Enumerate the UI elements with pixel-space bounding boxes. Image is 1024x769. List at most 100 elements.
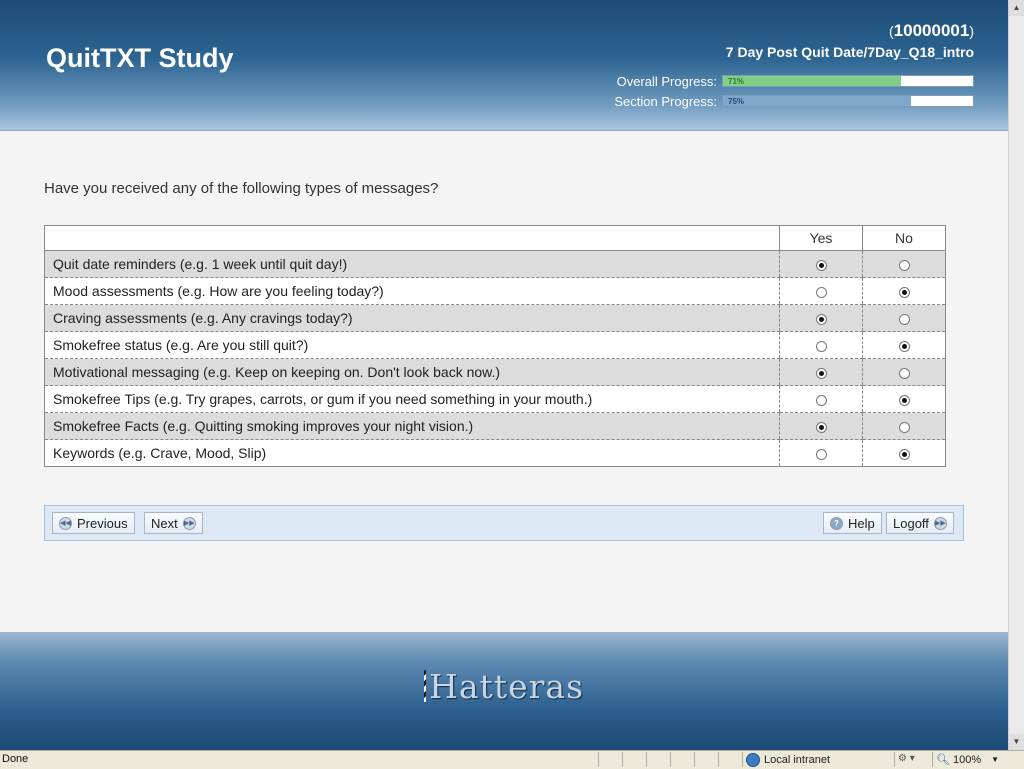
scroll-down-icon[interactable]: ▼ [1009, 734, 1024, 750]
status-divider [694, 752, 695, 767]
radio-yes[interactable] [815, 367, 827, 379]
option-cell-no [862, 250, 946, 278]
table-row: Motivational messaging (e.g. Keep on kee… [44, 358, 946, 386]
option-cell-yes [779, 304, 863, 332]
radio-yes[interactable] [815, 286, 827, 298]
radio-no[interactable] [898, 367, 910, 379]
overall-progress-label: Overall Progress: [616, 73, 717, 89]
option-cell-yes [779, 277, 863, 305]
option-cell-no [862, 385, 946, 413]
option-cell-yes [779, 331, 863, 359]
browser-status-bar: Done Local intranet ⚙ ▾ 🔍︎ 100% ▼ [0, 750, 1024, 769]
row-label: Mood assessments (e.g. How are you feeli… [44, 277, 780, 305]
table-row: Craving assessments (e.g. Any cravings t… [44, 304, 946, 332]
option-cell-yes [779, 358, 863, 386]
radio-yes[interactable] [815, 421, 827, 433]
option-cell-no [862, 358, 946, 386]
column-header-no: No [862, 225, 946, 251]
globe-icon [746, 753, 760, 767]
row-label: Keywords (e.g. Crave, Mood, Slip) [44, 439, 780, 467]
table-row: Mood assessments (e.g. How are you feeli… [44, 277, 946, 305]
overall-progress-percent: 71% [728, 77, 745, 86]
help-icon: ? [830, 516, 843, 530]
previous-button[interactable]: ◀◀ Previous [52, 512, 135, 534]
status-divider [742, 752, 743, 767]
previous-label: Previous [77, 515, 128, 531]
logoff-label: Logoff [893, 515, 929, 531]
row-label: Smokefree Tips (e.g. Try grapes, carrots… [44, 385, 780, 413]
status-divider [718, 752, 719, 767]
radio-yes[interactable] [815, 313, 827, 325]
logoff-button[interactable]: Logoff ▶▶ [886, 512, 954, 534]
section-progress-percent: 75% [728, 97, 745, 106]
radio-yes[interactable] [815, 259, 827, 271]
radio-no[interactable] [898, 286, 910, 298]
table-row: Smokefree Facts (e.g. Quitting smoking i… [44, 412, 946, 440]
radio-no[interactable] [898, 259, 910, 271]
radio-yes[interactable] [815, 394, 827, 406]
status-divider [622, 752, 623, 767]
status-text: Done [2, 753, 29, 765]
zone-label: Local intranet [764, 754, 831, 766]
logo-text: Hatteras [429, 666, 584, 706]
overall-progress-bar: 71% [722, 75, 974, 87]
matrix-header-blank [44, 225, 780, 251]
status-divider [646, 752, 647, 767]
option-cell-yes [779, 385, 863, 413]
lighthouse-icon [424, 670, 427, 702]
next-label: Next [151, 515, 178, 531]
radio-no[interactable] [898, 421, 910, 433]
radio-no[interactable] [898, 394, 910, 406]
radio-no[interactable] [898, 448, 910, 460]
table-row: Smokefree status (e.g. Are you still qui… [44, 331, 946, 359]
table-row: Smokefree Tips (e.g. Try grapes, carrots… [44, 385, 946, 413]
option-cell-no [862, 277, 946, 305]
overall-progress: Overall Progress: 71% [616, 73, 974, 89]
zoom-level: 100% [952, 753, 982, 766]
option-cell-no [862, 331, 946, 359]
radio-no[interactable] [898, 313, 910, 325]
row-label: Smokefree status (e.g. Are you still qui… [44, 331, 780, 359]
help-button[interactable]: ? Help [823, 512, 882, 534]
section-progress-bar: 75% [722, 95, 974, 107]
question-text: Have you received any of the following t… [44, 180, 439, 197]
header-banner: QuitTXT Study (10000001) 7 Day Post Quit… [0, 0, 1008, 131]
rewind-icon: ◀◀ [59, 516, 72, 530]
option-cell-yes [779, 250, 863, 278]
option-cell-yes [779, 412, 863, 440]
option-cell-yes [779, 439, 863, 467]
status-divider [932, 752, 933, 767]
next-button[interactable]: Next ▶▶ [144, 512, 203, 534]
radio-no[interactable] [898, 340, 910, 352]
section-progress-fill [723, 96, 911, 106]
overall-progress-fill [723, 76, 901, 86]
security-zone[interactable]: Local intranet [746, 753, 830, 767]
fast-forward-icon: ▶▶ [933, 516, 947, 530]
column-header-yes: Yes [779, 225, 863, 251]
status-divider [598, 752, 599, 767]
row-label: Smokefree Facts (e.g. Quitting smoking i… [44, 412, 780, 440]
scroll-up-icon[interactable]: ▲ [1009, 0, 1024, 16]
section-progress-label: Section Progress: [614, 93, 717, 109]
radio-yes[interactable] [815, 448, 827, 460]
option-cell-no [862, 304, 946, 332]
participant-id: (10000001) [889, 21, 974, 40]
radio-yes[interactable] [815, 340, 827, 352]
chevron-down-icon: ▼ [991, 755, 1000, 764]
app-title: QuitTXT Study [46, 43, 234, 73]
zoom-control[interactable]: 🔍︎ 100% ▼ [936, 753, 1000, 767]
status-divider [894, 752, 895, 767]
status-divider [670, 752, 671, 767]
row-label: Quit date reminders (e.g. 1 week until q… [44, 250, 780, 278]
magnifier-icon: 🔍︎ [936, 754, 950, 766]
table-row: Keywords (e.g. Crave, Mood, Slip) [44, 439, 946, 467]
hatteras-logo: Hatteras [424, 664, 584, 708]
help-label: Help [848, 515, 875, 531]
vertical-scrollbar[interactable]: ▲ ▼ [1008, 0, 1024, 750]
table-row: Quit date reminders (e.g. 1 week until q… [44, 250, 946, 278]
row-label: Craving assessments (e.g. Any cravings t… [44, 304, 780, 332]
protected-mode-icon[interactable]: ⚙ ▾ [898, 753, 915, 764]
row-label: Motivational messaging (e.g. Keep on kee… [44, 358, 780, 386]
navigation-bar: ◀◀ Previous Next ▶▶ ? Help Logoff ▶▶ [44, 505, 964, 541]
survey-location: 7 Day Post Quit Date/7Day_Q18_intro [725, 44, 974, 60]
